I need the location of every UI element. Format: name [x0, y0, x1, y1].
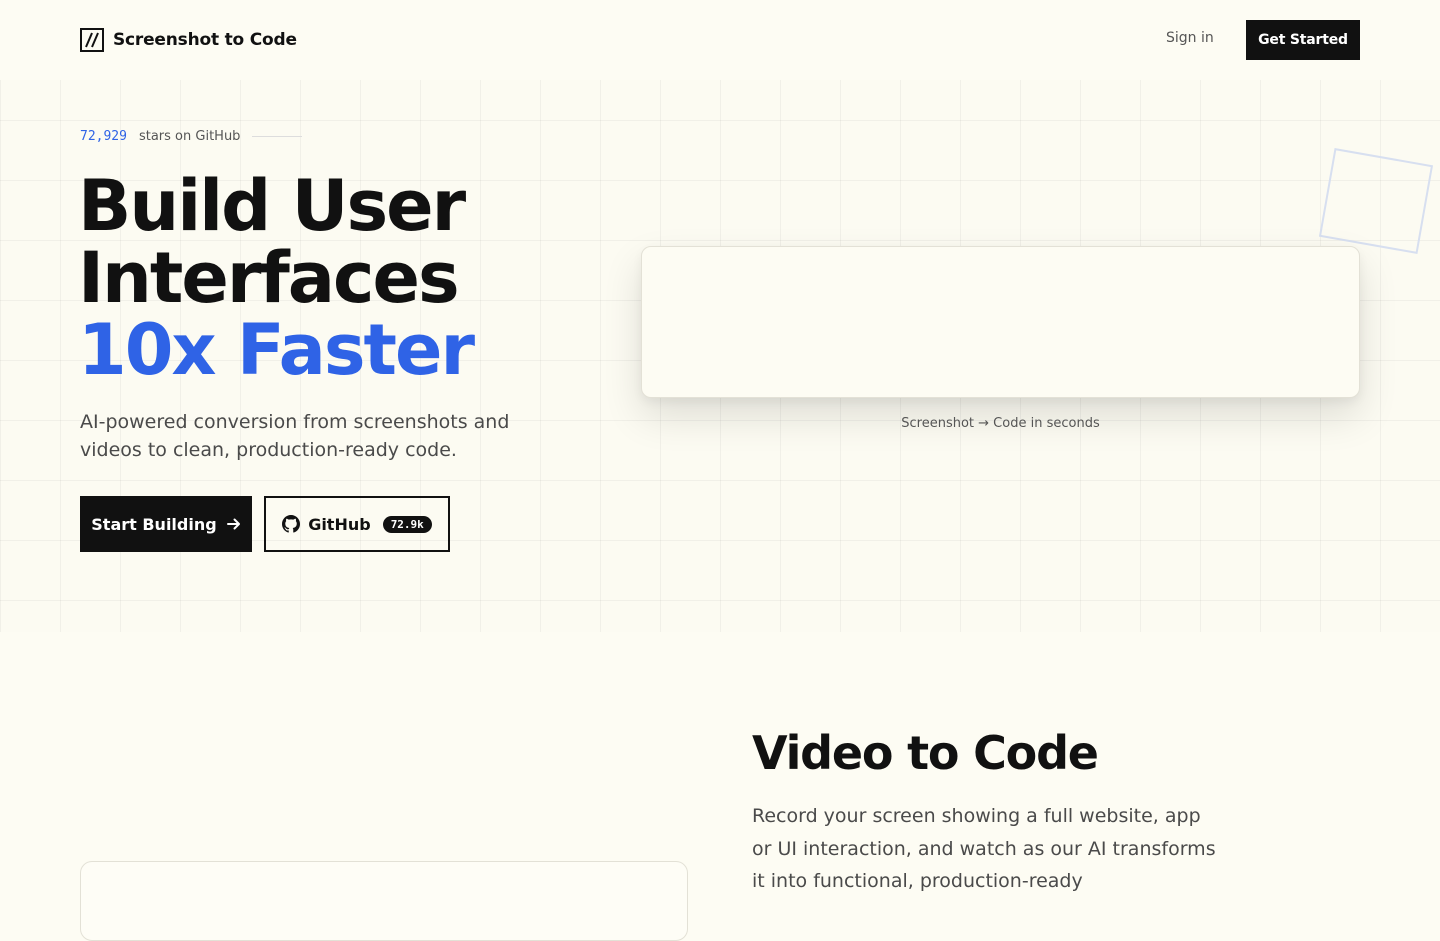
- decorative-square: [1318, 148, 1434, 254]
- divider: [252, 136, 303, 137]
- brand-name: Screenshot to Code: [113, 30, 297, 50]
- stars-count: 72,929: [80, 129, 127, 144]
- get-started-button[interactable]: Get Started: [1246, 20, 1360, 60]
- arrow-right-icon: [226, 518, 240, 530]
- github-icon: [282, 515, 301, 533]
- github-button[interactable]: GitHub 72.9k: [264, 496, 450, 552]
- demo-preview-card: [641, 246, 1360, 398]
- demo-caption: Screenshot → Code in seconds: [901, 416, 1100, 431]
- video-demo-card: [80, 861, 688, 941]
- section-description: Record your screen showing a full websit…: [752, 805, 1216, 892]
- stars-label: stars on GitHub: [138, 129, 241, 144]
- start-building-button[interactable]: Start Building: [80, 496, 252, 552]
- start-building-label: Start Building: [91, 514, 217, 534]
- hero-title-accent: 10x Faster: [78, 309, 475, 391]
- hero-title-line-2: Interfaces: [78, 237, 460, 319]
- github-count-badge: 72.9k: [382, 515, 432, 533]
- section-title: Video to Code: [752, 726, 1099, 780]
- video-to-code-section: [0, 632, 1440, 900]
- logo-slash-icon: [80, 28, 104, 52]
- github-label: GitHub: [308, 514, 371, 534]
- sign-in-link[interactable]: Sign in: [1166, 30, 1214, 46]
- github-stars: 72,929 stars on GitHub: [80, 129, 303, 144]
- top-nav: Screenshot to Code Sign in Get Started: [0, 0, 1440, 80]
- hero-subtitle: AI-powered conversion from screenshots a…: [80, 411, 510, 461]
- brand-logo[interactable]: Screenshot to Code: [80, 28, 297, 52]
- hero-title: Build User Interfaces 10x Faster: [78, 165, 475, 391]
- hero-title-line-1: Build User: [78, 165, 466, 247]
